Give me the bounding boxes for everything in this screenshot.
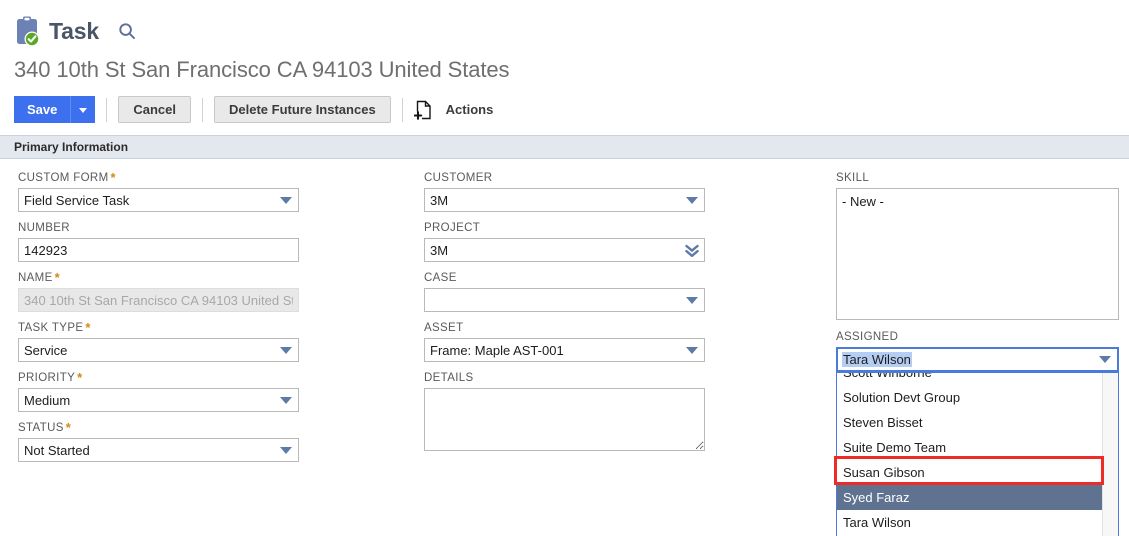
priority-input[interactable] bbox=[18, 388, 299, 412]
save-button-group: Save bbox=[14, 96, 95, 123]
field-number: NUMBER bbox=[18, 221, 299, 262]
field-label: NAME* bbox=[18, 271, 299, 285]
field-customer: CUSTOMER bbox=[424, 171, 705, 212]
chevron-down-icon bbox=[79, 108, 87, 113]
assigned-dropdown-list[interactable]: Scott Winborne Solution Devt Group Steve… bbox=[836, 372, 1119, 536]
toolbar-divider bbox=[202, 98, 203, 122]
assigned-input[interactable] bbox=[836, 347, 1119, 372]
field-asset: ASSET bbox=[424, 321, 705, 362]
task-type-input[interactable] bbox=[18, 338, 299, 362]
form-column-left: CUSTOM FORM* NUMBER NAME* TASK TYPE* bbox=[18, 171, 299, 471]
custom-form-input[interactable] bbox=[18, 188, 299, 212]
field-label: PRIORITY* bbox=[18, 371, 299, 385]
field-priority: PRIORITY* bbox=[18, 371, 299, 412]
field-label: SKILL bbox=[836, 171, 1119, 185]
delete-future-instances-button[interactable]: Delete Future Instances bbox=[214, 96, 391, 123]
case-input[interactable] bbox=[424, 288, 705, 312]
required-marker: * bbox=[85, 320, 90, 335]
field-label: ASSIGNED bbox=[836, 330, 1119, 344]
clipboard-check-icon bbox=[14, 16, 40, 46]
record-header: Task 340 10th St San Francisco CA 94103 … bbox=[0, 0, 1129, 83]
number-input[interactable] bbox=[18, 238, 299, 262]
record-type-row: Task bbox=[14, 14, 1129, 48]
save-button[interactable]: Save bbox=[14, 96, 70, 123]
list-item[interactable]: Steven Bisset bbox=[837, 410, 1118, 435]
required-marker: * bbox=[111, 170, 116, 185]
cancel-button[interactable]: Cancel bbox=[118, 96, 191, 123]
toolbar: Save Cancel Delete Future Instances Acti… bbox=[14, 96, 1129, 123]
field-label: NUMBER bbox=[18, 221, 299, 235]
field-label: CUSTOMER bbox=[424, 171, 705, 185]
custom-form-select[interactable] bbox=[18, 188, 299, 212]
search-icon[interactable] bbox=[118, 22, 136, 40]
skill-option[interactable]: - New - bbox=[842, 193, 1113, 210]
field-label: CUSTOM FORM* bbox=[18, 171, 299, 185]
list-item[interactable]: Suite Demo Team bbox=[837, 435, 1118, 460]
customer-select[interactable] bbox=[424, 188, 705, 212]
required-marker: * bbox=[55, 270, 60, 285]
toolbar-divider bbox=[402, 98, 403, 122]
field-task-type: TASK TYPE* bbox=[18, 321, 299, 362]
actions-label: Actions bbox=[446, 102, 494, 117]
add-document-icon bbox=[414, 100, 432, 120]
field-project: PROJECT bbox=[424, 221, 705, 262]
name-input bbox=[18, 288, 299, 312]
field-label: STATUS* bbox=[18, 421, 299, 435]
field-case: CASE bbox=[424, 271, 705, 312]
name-field bbox=[18, 288, 299, 312]
list-item-selected[interactable]: Syed Faraz bbox=[837, 485, 1118, 510]
status-select[interactable] bbox=[18, 438, 299, 462]
priority-select[interactable] bbox=[18, 388, 299, 412]
field-details: DETAILS bbox=[424, 371, 705, 456]
assigned-dropdown-scroll-content: Scott Winborne Solution Devt Group Steve… bbox=[837, 372, 1118, 535]
assigned-combobox[interactable]: Tara Wilson Scott Winborne Solution Devt… bbox=[836, 347, 1119, 372]
case-select[interactable] bbox=[424, 288, 705, 312]
project-input[interactable] bbox=[424, 238, 705, 262]
field-label: DETAILS bbox=[424, 371, 705, 385]
field-label: ASSET bbox=[424, 321, 705, 335]
asset-input[interactable] bbox=[424, 338, 705, 362]
field-label: TASK TYPE* bbox=[18, 321, 299, 335]
record-type-label: Task bbox=[49, 18, 99, 45]
list-item[interactable]: Scott Winborne bbox=[837, 372, 1118, 385]
toolbar-divider bbox=[106, 98, 107, 122]
skill-multiselect[interactable]: - New - bbox=[836, 188, 1119, 320]
required-marker: * bbox=[66, 420, 71, 435]
list-item[interactable]: Tara Wilson bbox=[837, 510, 1118, 535]
project-select[interactable] bbox=[424, 238, 705, 262]
primary-information-section-header: Primary Information bbox=[0, 135, 1129, 159]
required-marker: * bbox=[77, 370, 82, 385]
field-custom-form: CUSTOM FORM* bbox=[18, 171, 299, 212]
field-status: STATUS* bbox=[18, 421, 299, 462]
task-type-select[interactable] bbox=[18, 338, 299, 362]
dropdown-scrollbar-thumb[interactable] bbox=[1104, 435, 1117, 487]
status-input[interactable] bbox=[18, 438, 299, 462]
field-label: CASE bbox=[424, 271, 705, 285]
customer-input[interactable] bbox=[424, 188, 705, 212]
form-area: CUSTOM FORM* NUMBER NAME* TASK TYPE* bbox=[0, 159, 1129, 171]
form-column-right: SKILL - New - ASSIGNED Tara Wilson Scott… bbox=[836, 171, 1119, 381]
field-assigned: ASSIGNED Tara Wilson Scott Winborne Solu… bbox=[836, 330, 1119, 372]
actions-menu[interactable]: Actions bbox=[414, 100, 494, 120]
dropdown-scrollbar[interactable] bbox=[1102, 373, 1118, 536]
asset-select[interactable] bbox=[424, 338, 705, 362]
field-skill: SKILL - New - bbox=[836, 171, 1119, 320]
form-column-middle: CUSTOMER PROJECT CASE bbox=[424, 171, 705, 465]
field-label: PROJECT bbox=[424, 221, 705, 235]
list-item[interactable]: Susan Gibson bbox=[837, 460, 1118, 485]
details-textarea[interactable] bbox=[424, 388, 705, 451]
page-title: 340 10th St San Francisco CA 94103 Unite… bbox=[14, 57, 1129, 83]
field-name: NAME* bbox=[18, 271, 299, 312]
list-item[interactable]: Solution Devt Group bbox=[837, 385, 1118, 410]
save-dropdown-button[interactable] bbox=[70, 96, 95, 123]
number-field[interactable] bbox=[18, 238, 299, 262]
